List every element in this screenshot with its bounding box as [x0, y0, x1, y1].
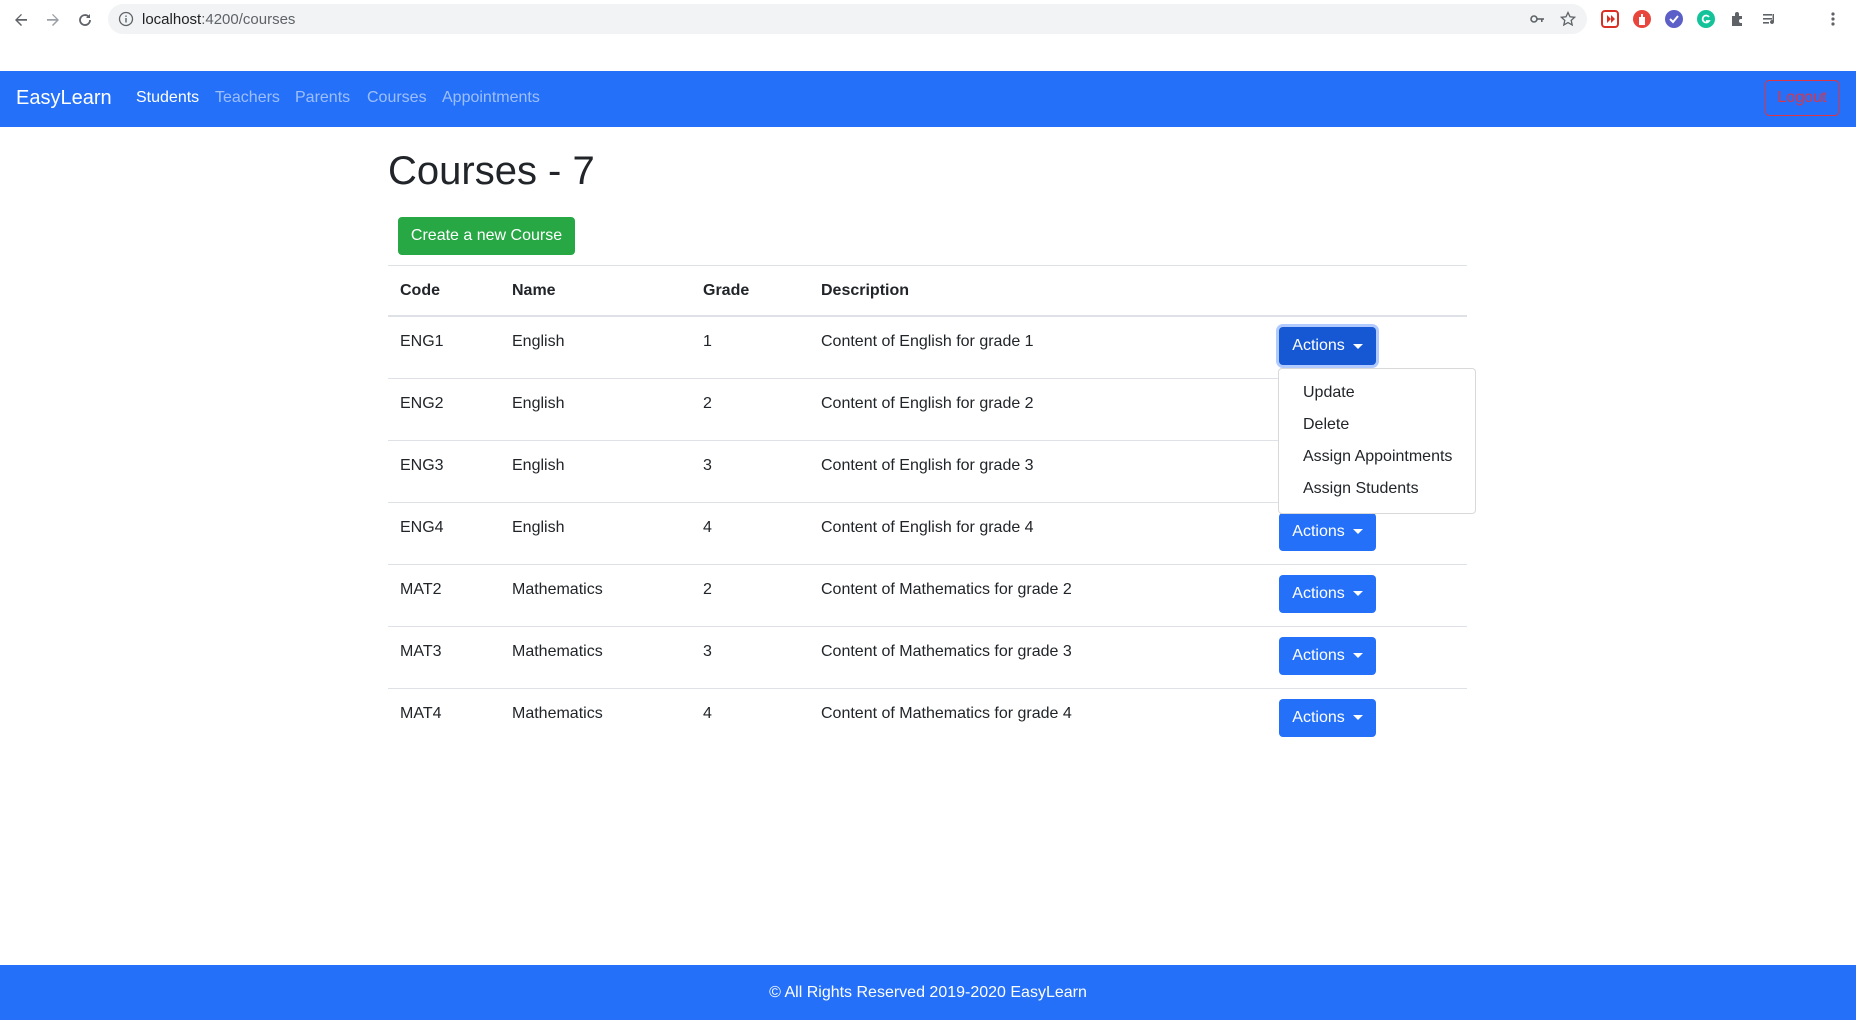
cell-grade: 2	[691, 563, 809, 626]
star-icon[interactable]	[1559, 10, 1577, 27]
header-grade: Grade	[691, 265, 809, 317]
cell-description: Content of Mathematics for grade 2	[809, 563, 1267, 626]
puzzle-icon[interactable]	[1729, 10, 1747, 28]
caret-down-icon	[1352, 343, 1363, 349]
logout-button[interactable]: Logout	[1765, 80, 1839, 116]
table-row: MAT3 Mathematics 3 Content of Mathematic…	[388, 625, 1467, 688]
caret-down-icon	[1352, 715, 1363, 720]
brand-logo[interactable]: EasyLearn	[16, 87, 112, 110]
nav-link-appointments[interactable]: Appointments	[442, 89, 540, 107]
extension-purple-icon[interactable]	[1665, 10, 1683, 28]
actions-label: Actions	[1292, 584, 1345, 602]
table-row: MAT2 Mathematics 2 Content of Mathematic…	[388, 563, 1467, 626]
media-icon[interactable]	[1761, 10, 1779, 28]
cell-code: MAT2	[388, 563, 500, 626]
cell-code: MAT3	[388, 625, 500, 688]
page-title: Courses - 7	[388, 149, 595, 193]
grammarly-icon[interactable]	[1697, 10, 1715, 28]
url-host: localhost	[142, 11, 202, 28]
header-name: Name	[500, 265, 691, 317]
actions-button[interactable]: Actions	[1279, 698, 1376, 737]
caret-down-icon	[1352, 653, 1363, 658]
url-path: :4200/courses	[201, 11, 296, 28]
actions-button[interactable]: Actions	[1279, 327, 1376, 365]
header-actions	[1267, 265, 1467, 317]
cell-description: Content of English for grade 1	[809, 315, 1267, 378]
cell-name: English	[500, 501, 691, 564]
page-footer: © All Rights Reserved 2019-2020 EasyLear…	[0, 965, 1856, 1020]
cell-name: English	[500, 377, 691, 440]
cell-grade: 2	[691, 377, 809, 440]
caret-down-icon	[1352, 529, 1363, 534]
reload-icon[interactable]	[73, 8, 97, 32]
cell-code: MAT4	[388, 687, 500, 750]
actions-label: Actions	[1292, 337, 1345, 354]
extension-red-icon[interactable]	[1601, 10, 1619, 28]
cell-code: ENG4	[388, 501, 500, 564]
cell-code: ENG2	[388, 377, 500, 440]
menu-item-delete[interactable]: Delete	[1279, 409, 1475, 441]
actions-button[interactable]: Actions	[1279, 574, 1376, 613]
cell-name: English	[500, 315, 691, 378]
nav-link-teachers[interactable]: Teachers	[215, 89, 280, 107]
extension-shield-icon[interactable]	[1633, 10, 1651, 28]
forward-icon[interactable]	[41, 8, 65, 32]
cell-grade: 1	[691, 315, 809, 378]
cell-name: Mathematics	[500, 625, 691, 688]
actions-label: Actions	[1292, 708, 1345, 726]
header-description: Description	[809, 265, 1267, 317]
menu-icon[interactable]	[1824, 10, 1842, 28]
header-code: Code	[388, 265, 500, 317]
cell-code: ENG1	[388, 315, 500, 378]
nav-link-courses[interactable]: Courses	[367, 89, 427, 107]
browser-toolbar: localhost:4200/courses	[0, 0, 1856, 71]
caret-down-icon	[1352, 591, 1363, 596]
actions-button[interactable]: Actions	[1279, 636, 1376, 675]
actions-button[interactable]: Actions	[1279, 512, 1376, 551]
create-course-button[interactable]: Create a new Course	[398, 217, 575, 255]
actions-label: Actions	[1292, 646, 1345, 664]
address-bar[interactable]: localhost:4200/courses	[108, 4, 1587, 34]
cell-name: English	[500, 439, 691, 502]
actions-label: Actions	[1292, 522, 1345, 540]
back-icon[interactable]	[9, 8, 33, 32]
cell-description: Content of English for grade 3	[809, 439, 1267, 502]
app-navbar: EasyLearn Students Teachers Parents Cour…	[0, 71, 1856, 127]
footer-text: © All Rights Reserved 2019-2020 EasyLear…	[769, 984, 1087, 1001]
cell-grade: 4	[691, 687, 809, 750]
cell-name: Mathematics	[500, 687, 691, 750]
actions-dropdown-menu: Update Delete Assign Appointments Assign…	[1278, 368, 1476, 514]
table-row: MAT4 Mathematics 4 Content of Mathematic…	[388, 687, 1467, 750]
cell-name: Mathematics	[500, 563, 691, 626]
nav-link-parents[interactable]: Parents	[295, 89, 350, 107]
key-icon[interactable]	[1529, 11, 1545, 27]
cell-description: Content of English for grade 4	[809, 501, 1267, 564]
cell-description: Content of English for grade 2	[809, 377, 1267, 440]
cell-description: Content of Mathematics for grade 3	[809, 625, 1267, 688]
menu-item-update[interactable]: Update	[1279, 377, 1475, 409]
nav-link-students[interactable]: Students	[136, 89, 199, 107]
cell-grade: 4	[691, 501, 809, 564]
cell-grade: 3	[691, 439, 809, 502]
info-icon[interactable]	[118, 11, 134, 27]
menu-item-assign-students[interactable]: Assign Students	[1279, 473, 1475, 505]
menu-item-assign-appointments[interactable]: Assign Appointments	[1279, 441, 1475, 473]
cell-description: Content of Mathematics for grade 4	[809, 687, 1267, 750]
url-text[interactable]: localhost:4200/courses	[142, 11, 295, 28]
cell-grade: 3	[691, 625, 809, 688]
cell-code: ENG3	[388, 439, 500, 502]
table-header-row: Code Name Grade Description	[388, 265, 1467, 317]
